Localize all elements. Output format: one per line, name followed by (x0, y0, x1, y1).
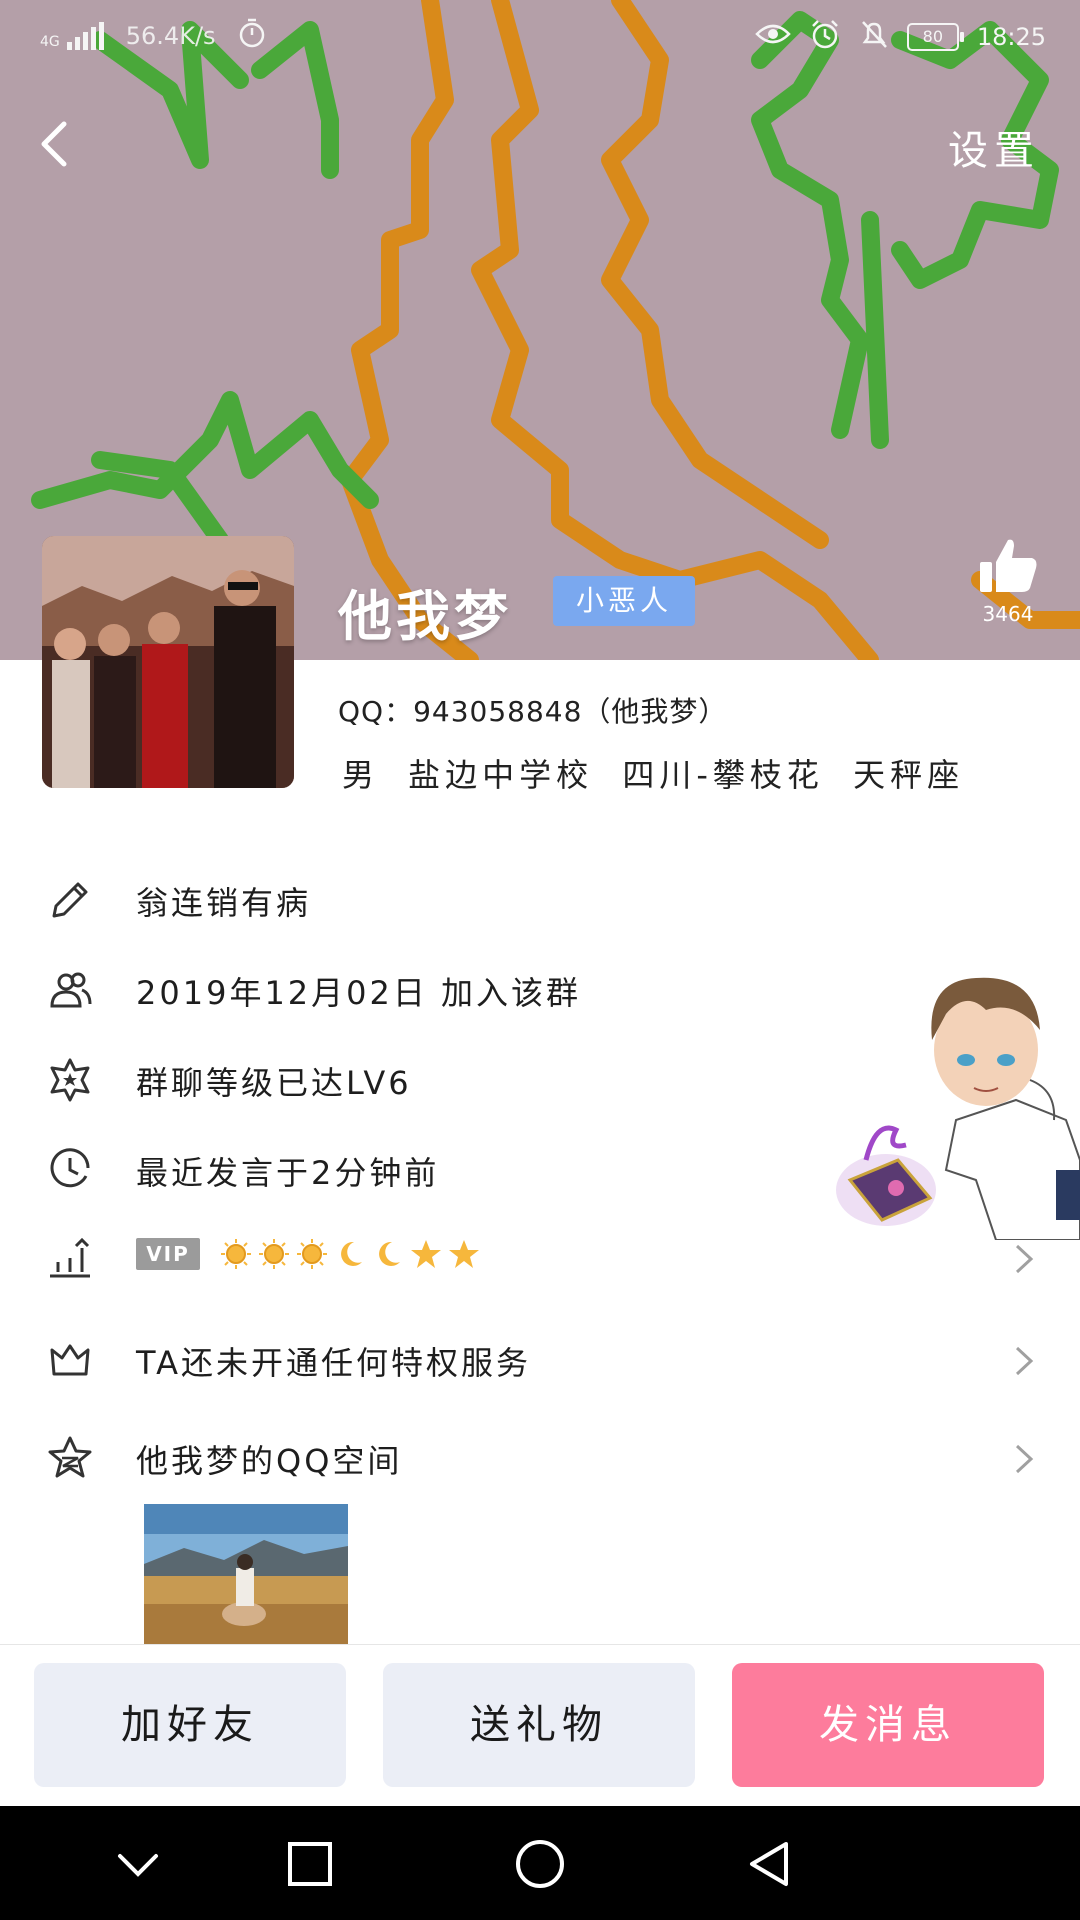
settings-button[interactable]: 设置 (948, 118, 1040, 176)
network-speed: 56.4K/s (125, 22, 216, 50)
moon-icon (341, 1241, 362, 1266)
thumbs-up-icon (980, 539, 1037, 592)
nav-recents-button[interactable] (282, 1836, 338, 1892)
mute-bell-icon (859, 18, 889, 56)
avatar[interactable] (42, 536, 294, 788)
joined-text: 2019年12月02日 加入该群 (136, 974, 582, 1012)
sun-icon (259, 1239, 289, 1269)
system-nav-bar (0, 1806, 1080, 1920)
qzone-star-icon (48, 1436, 92, 1478)
nav-home-button[interactable] (512, 1836, 568, 1892)
cartoon-boy (931, 977, 1080, 1241)
signal-icon: 4G (40, 22, 104, 50)
status-bar: 4G 56.4K/s 80 18:25 (0, 0, 1080, 76)
send-message-button[interactable]: 发消息 (732, 1663, 1044, 1787)
qq-number[interactable]: QQ：943058848（他我梦） (338, 690, 727, 730)
clock-icon (50, 1148, 90, 1188)
nav-back-button[interactable] (742, 1836, 798, 1892)
magic-book (836, 1125, 936, 1226)
signature-row[interactable]: 翁连销有病 (0, 864, 1080, 934)
level-badges (220, 1238, 480, 1270)
qzone-text: 他我梦的QQ空间 (136, 1442, 403, 1480)
back-arrow-icon (41, 121, 67, 167)
clock-time: 18:25 (976, 23, 1046, 51)
star-badge-icon (50, 1058, 90, 1102)
action-bar: 加好友 送礼物 发消息 (0, 1644, 1080, 1805)
timer-icon (238, 18, 266, 54)
like-count: 3464 (982, 602, 1034, 626)
add-friend-button[interactable]: 加好友 (34, 1663, 346, 1787)
profile-info: 男 盐边中学校 四川-攀枝花 天秤座 (342, 756, 965, 794)
sun-icon (297, 1239, 327, 1269)
title-tag[interactable]: 小恶人 (553, 576, 695, 626)
send-gift-button[interactable]: 送礼物 (383, 1663, 695, 1787)
pencil-icon (52, 882, 88, 918)
growth-chart-icon (50, 1237, 90, 1278)
battery-icon: 80 (906, 23, 964, 51)
last-spoke-text: 最近发言于2分钟前 (136, 1154, 440, 1192)
people-icon (50, 972, 92, 1008)
back-button[interactable] (28, 112, 88, 172)
crown-icon (50, 1344, 90, 1376)
profile-name: 他我梦 (338, 585, 512, 648)
moon-icon (379, 1241, 400, 1266)
sun-icon (221, 1239, 251, 1269)
eye-icon (755, 22, 791, 52)
chevron-right-icon (1015, 1244, 1034, 1274)
pendant-mascot[interactable] (826, 970, 1080, 1241)
nav-down-button[interactable] (110, 1836, 166, 1892)
chevron-right-icon (1015, 1444, 1034, 1474)
qzone-thumbnail (144, 1504, 348, 1644)
level-text: 群聊等级已达LV6 (136, 1064, 412, 1102)
avatar-photo (42, 536, 294, 788)
star-icon (449, 1240, 479, 1268)
vip-badge: VIP (136, 1238, 200, 1270)
star-icon (411, 1240, 441, 1268)
privilege-text: TA还未开通任何特权服务 (136, 1344, 531, 1382)
chevron-right-icon (1015, 1346, 1034, 1376)
network-type: 4G (40, 34, 60, 50)
alarm-icon (809, 18, 841, 56)
signature-text: 翁连销有病 (136, 884, 312, 922)
qzone-row[interactable]: 他我梦的QQ空间 (0, 1422, 1080, 1492)
mascot-illustration (836, 977, 1080, 1241)
like-button[interactable]: 3464 (972, 536, 1044, 626)
qzone-photo[interactable] (144, 1504, 348, 1644)
privilege-row[interactable]: TA还未开通任何特权服务 (0, 1324, 1080, 1394)
